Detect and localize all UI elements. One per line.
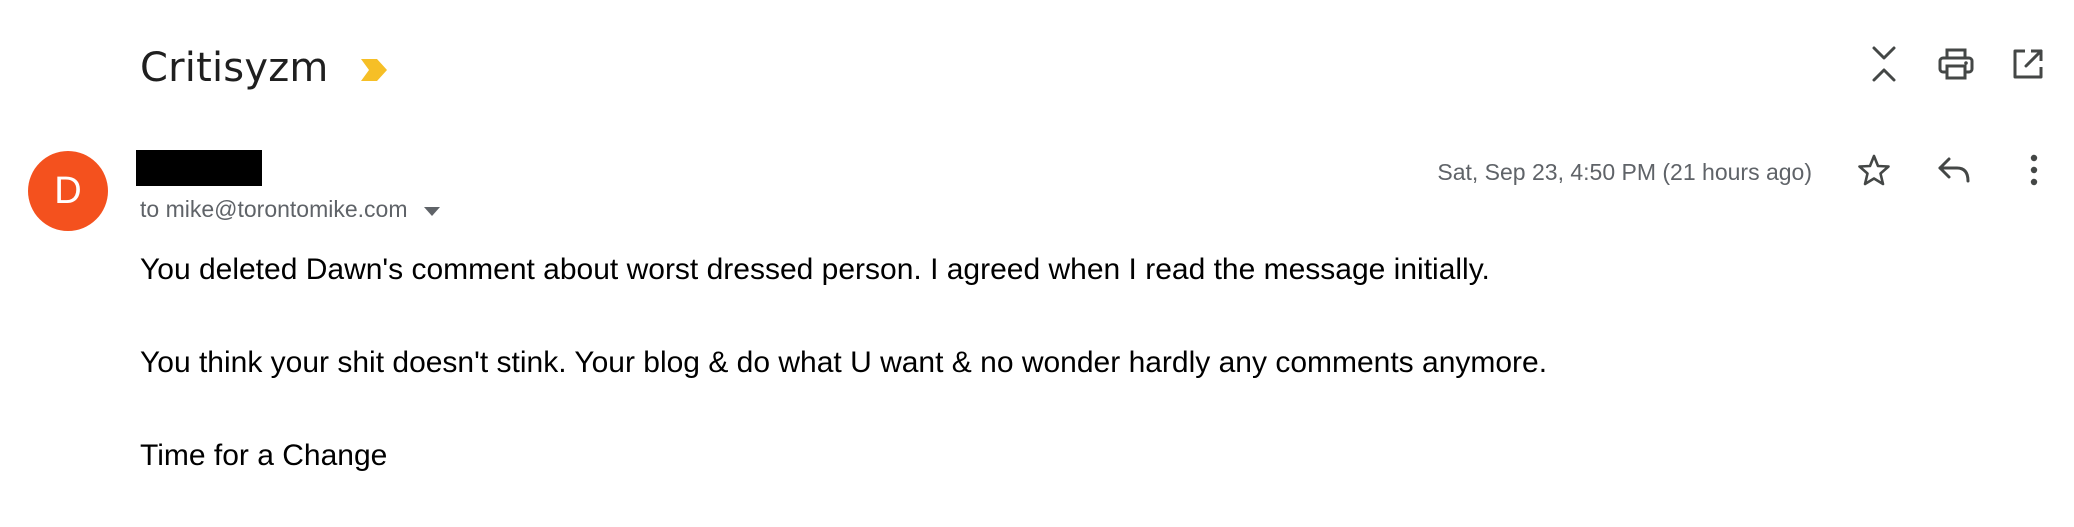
more-options-button[interactable] [1994, 148, 2074, 196]
importance-marker-icon[interactable] [359, 57, 389, 83]
print-button[interactable] [1920, 42, 1992, 90]
sender-initial: D [54, 169, 82, 212]
recipient-details-toggle[interactable]: to mike@torontomike.com [140, 196, 440, 223]
sender-avatar[interactable]: D [28, 151, 108, 231]
open-in-new-window-icon [2012, 48, 2044, 85]
subject-row: Critisyzm [140, 38, 389, 98]
star-icon [1857, 153, 1891, 192]
body-paragraph: You deleted Dawn's comment about worst d… [140, 253, 1490, 286]
body-paragraph: You think your shit doesn't stink. Your … [140, 346, 1548, 379]
print-icon [1938, 48, 1974, 85]
open-in-new-window-button[interactable] [1992, 42, 2064, 90]
reply-icon [1937, 156, 1971, 189]
message-body: You deleted Dawn's comment about worst d… [140, 248, 2040, 527]
reply-button[interactable] [1914, 148, 1994, 196]
email-subject: Critisyzm [140, 45, 329, 91]
star-button[interactable] [1834, 148, 1914, 196]
more-vert-icon [2029, 154, 2039, 191]
chevron-down-icon [423, 207, 440, 216]
message-meta: Sat, Sep 23, 4:50 PM (21 hours ago) [1437, 148, 2074, 196]
message-date: Sat, Sep 23, 4:50 PM (21 hours ago) [1437, 158, 1812, 185]
sender-name-redacted [136, 150, 262, 186]
body-paragraph: Time for a Change [140, 439, 388, 472]
collapse-all-icon [1870, 44, 1898, 89]
recipient-line: to mike@torontomike.com [140, 196, 408, 222]
collapse-all-button[interactable] [1848, 42, 1920, 90]
thread-toolbar [1848, 42, 2064, 90]
